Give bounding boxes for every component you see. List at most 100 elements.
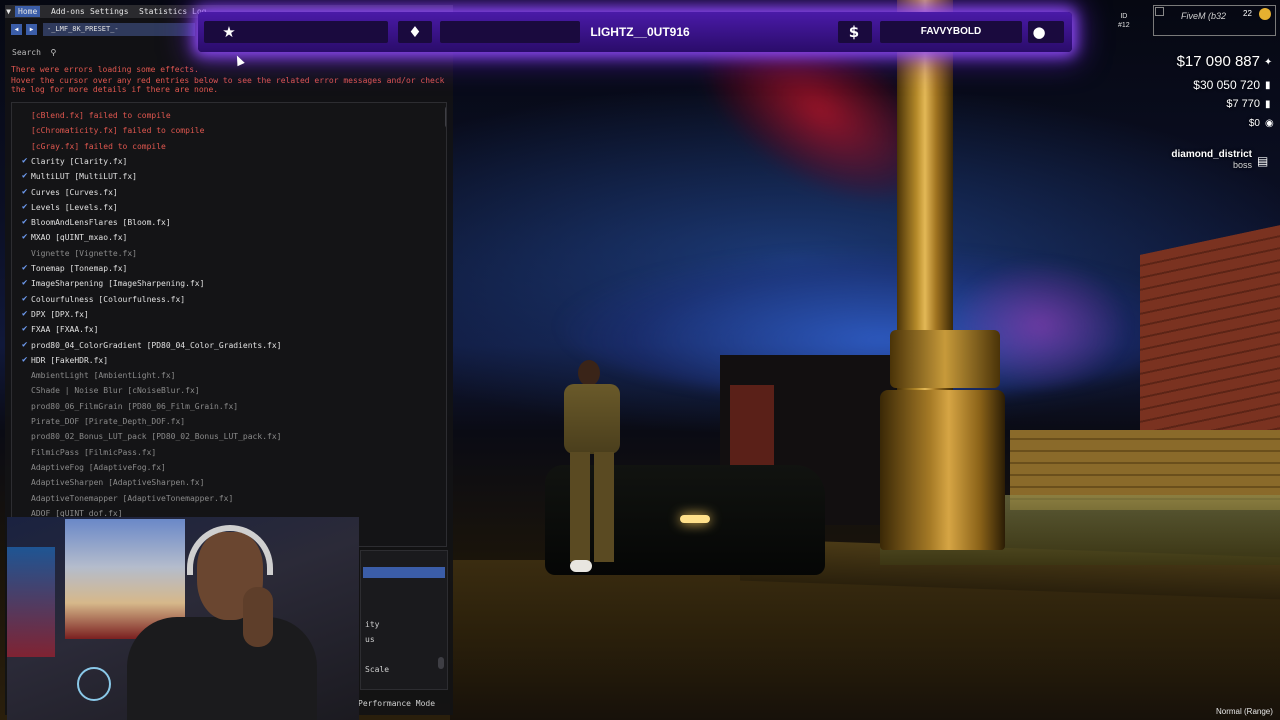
effect-row[interactable]: CShade | Noise Blur [cNoiseBlur.fx] <box>12 383 432 398</box>
search-label: Search <box>12 48 41 57</box>
lamp-post-ornament <box>890 330 1000 388</box>
effect-row[interactable]: ✔ HDR [FakeHDR.fx] <box>12 353 432 368</box>
effect-row[interactable]: ✔ MXAO [qUINT_mxao.fx] <box>12 230 432 245</box>
effect-row[interactable]: Vignette [Vignette.fx] <box>12 246 432 261</box>
error-message-line: Hover the cursor over any red entries be… <box>11 76 445 85</box>
dirty-money-amount: $7 770 <box>1226 98 1260 110</box>
error-message-line: the log for more details if there are no… <box>11 85 219 94</box>
bank-icon: ▮ <box>1265 80 1271 91</box>
effect-row[interactable]: ✔ BloomAndLensFlares [Bloom.fx] <box>12 215 432 230</box>
effect-row[interactable]: AmbientLight [AmbientLight.fx] <box>12 368 432 383</box>
settings-item[interactable]: ity <box>365 620 379 629</box>
effect-row[interactable]: ✔ Tonemap [Tonemap.fx] <box>12 261 432 276</box>
next-preset-button[interactable]: ▶ <box>26 24 37 35</box>
partner-name: FAVVYBOLD <box>920 26 982 37</box>
tab-home[interactable]: Home <box>15 6 41 17</box>
id-label: ID <box>1120 13 1128 20</box>
effect-row[interactable]: AdaptiveSharpen [AdaptiveSharpen.fx] <box>12 475 432 490</box>
effect-label: MultiLUT [MultiLUT.fx] <box>31 172 137 182</box>
effect-row[interactable]: prod80_06_FilmGrain [PD80_06_Film_Grain.… <box>12 399 432 414</box>
effect-label: ImageSharpening [ImageSharpening.fx] <box>31 279 205 289</box>
cash-amount: $17 090 887 <box>1176 53 1260 70</box>
job-name: diamond_district <box>1171 149 1252 160</box>
effect-label: Clarity [Clarity.fx] <box>31 156 128 166</box>
effect-row[interactable]: AdaptiveFog [AdaptiveFog.fx] <box>12 460 432 475</box>
headset <box>187 525 273 575</box>
effect-label: prod80_06_FilmGrain [PD80_06_Film_Grain.… <box>31 401 239 411</box>
effect-label: CShade | Noise Blur [cNoiseBlur.fx] <box>31 386 200 396</box>
effect-label: DPX [DPX.fx] <box>31 309 89 319</box>
effect-label: Pirate_DOF [Pirate_Depth_DOF.fx] <box>31 417 186 426</box>
streamer-hand <box>243 587 273 647</box>
tab-settings[interactable]: Settings <box>87 6 132 17</box>
settings-item[interactable]: us <box>365 635 375 644</box>
effect-label: Tonemap [Tonemap.fx] <box>31 264 128 273</box>
player-legs <box>570 452 614 562</box>
effect-label: Levels [Levels.fx] <box>31 202 118 212</box>
briefcase-icon: ▤ <box>1257 154 1269 168</box>
effect-row[interactable]: ✔ DPX [DPX.fx] <box>12 307 432 322</box>
tab-statistics[interactable]: Statistics <box>136 6 190 17</box>
effect-row[interactable]: Pirate_DOF [Pirate_Depth_DOF.fx] <box>12 414 432 429</box>
player-head <box>578 360 600 386</box>
player-count: 22 <box>1243 9 1252 18</box>
dollar-icon: $ <box>848 23 860 41</box>
effect-label: AdaptiveSharpen [AdaptiveSharpen.fx] <box>31 478 205 488</box>
effect-row[interactable]: prod80_02_Bonus_LUT_pack [PD80_02_Bonus_… <box>12 429 432 444</box>
star-icon: ★ <box>222 23 236 41</box>
rgb-light <box>7 547 55 657</box>
search-icon: ⚲ <box>45 48 57 57</box>
effect-row[interactable]: ✔ MultiLUT [MultiLUT.fx] <box>12 169 432 184</box>
effect-label: Vignette [Vignette.fx] <box>31 248 137 258</box>
effect-settings-panel: ity us Scale <box>360 550 448 690</box>
bank-amount: $30 050 720 <box>1193 78 1260 92</box>
settings-item[interactable]: Scale <box>365 665 389 674</box>
effect-row[interactable]: ✔ Colourfulness [Colourfulness.fx] <box>12 292 432 307</box>
effect-label: AdaptiveFog [AdaptiveFog.fx] <box>31 462 166 472</box>
effect-label: FXAA [FXAA.fx] <box>31 325 99 335</box>
prev-preset-button[interactable]: ◀ <box>11 24 22 35</box>
settings-scrollbar[interactable] <box>438 657 444 669</box>
effect-row[interactable]: ✔ FXAA [FXAA.fx] <box>12 322 432 337</box>
car-headlight <box>680 515 710 523</box>
effect-row[interactable]: FilmicPass [FilmicPass.fx] <box>12 445 432 460</box>
effect-label: prod80_02_Bonus_LUT_pack [PD80_02_Bonus_… <box>31 432 282 442</box>
effect-label: [cGray.fx] failed to compile <box>31 141 166 151</box>
effect-label: AmbientLight [AmbientLight.fx] <box>31 371 176 381</box>
fivem-label: FiveM (b32 <box>1181 11 1227 21</box>
player-torso <box>564 384 620 454</box>
player-name: LIGHTZ__0UT916 <box>590 25 690 39</box>
job-grade: boss <box>1232 160 1252 170</box>
effect-row[interactable]: [cBlend.fx] failed to compile <box>12 108 432 123</box>
preset-selector[interactable]: -_LMF_8K_PRESET_- <box>43 23 195 36</box>
effect-list-scrollbar[interactable] <box>445 106 446 128</box>
performance-mode-toggle[interactable]: Performance Mode <box>358 699 435 708</box>
player-id: ID #12 <box>1118 12 1130 30</box>
effect-row[interactable]: ✔ ImageSharpening [ImageSharpening.fx] <box>12 276 432 291</box>
effect-label: AdaptiveTonemapper [AdaptiveTonemapper.f… <box>31 493 234 503</box>
range-mode-label: Normal (Range) <box>1216 707 1273 716</box>
effect-label: BloomAndLensFlares [Bloom.fx] <box>31 218 171 228</box>
other-money-icon: ◉ <box>1265 118 1274 129</box>
effect-label: Colourfulness [Colourfulness.fx] <box>31 294 186 304</box>
effect-row[interactable]: AdaptiveTonemapper [AdaptiveTonemapper.f… <box>12 491 432 506</box>
effect-row[interactable]: [cGray.fx] failed to compile <box>12 139 432 154</box>
effect-row[interactable]: ✔ Clarity [Clarity.fx] <box>12 154 432 169</box>
other-money-amount: $0 <box>1248 118 1260 129</box>
settings-header-bar[interactable] <box>363 567 445 578</box>
players-badge-icon <box>1259 8 1271 20</box>
effect-label: [cChromaticity.fx] failed to compile <box>31 126 205 136</box>
webcam-feed <box>7 517 359 720</box>
effect-label: prod80_04_ColorGradient [PD80_04_Color_G… <box>31 340 282 350</box>
collapse-icon[interactable]: ▼ <box>5 6 12 17</box>
effect-row[interactable]: ✔ Levels [Levels.fx] <box>12 200 432 215</box>
effect-row[interactable]: [cChromaticity.fx] failed to compile <box>12 123 432 138</box>
search-field[interactable]: Search ⚲ <box>12 48 56 57</box>
effect-row[interactable]: ✔ prod80_04_ColorGradient [PD80_04_Color_… <box>12 338 432 353</box>
effect-list[interactable]: [cBlend.fx] failed to compile [cChromatic… <box>11 102 447 547</box>
cash-icon: ✦ <box>1264 57 1273 68</box>
effect-row[interactable]: ✔ Curves [Curves.fx] <box>12 185 432 200</box>
diamond-icon: ♦ <box>408 23 422 41</box>
tab-add-ons[interactable]: Add-ons <box>48 6 88 17</box>
player-character <box>560 360 626 580</box>
